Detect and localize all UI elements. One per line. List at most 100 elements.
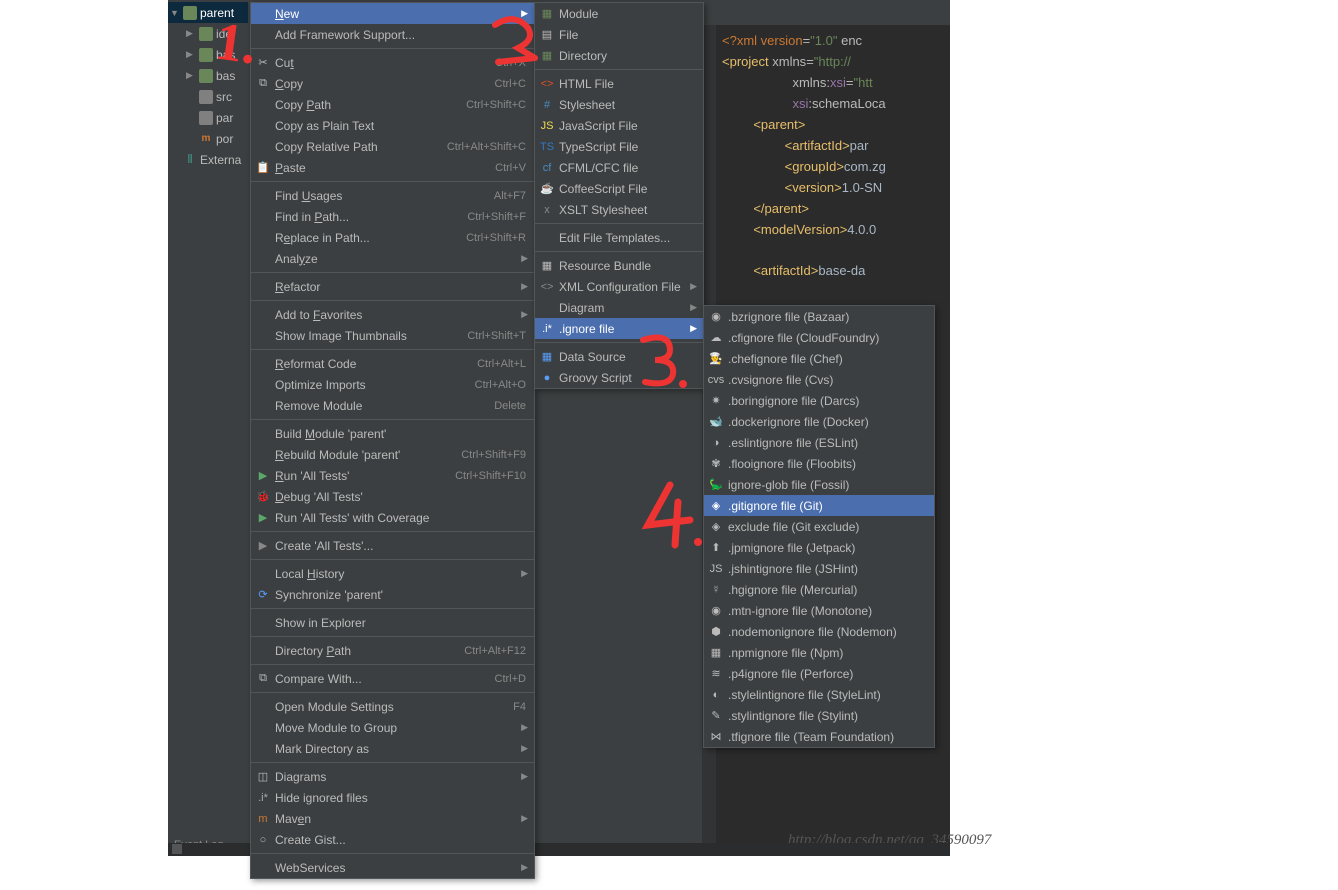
menu-item-directory-path[interactable]: Directory PathCtrl+Alt+F12: [251, 640, 534, 661]
menu-shortcut: Ctrl+D: [495, 673, 526, 685]
menu-item-copy-path[interactable]: Copy PathCtrl+Shift+C: [251, 94, 534, 115]
menu-item-tfignore-file-team-foundation[interactable]: ⋈.tfignore file (Team Foundation): [704, 726, 934, 747]
menu-item-stylelintignore-file-stylelint[interactable]: ◐.stylelintignore file (StyleLint): [704, 684, 934, 705]
menu-item-gitignore-file-git[interactable]: ◈.gitignore file (Git): [704, 495, 934, 516]
menu-separator: [251, 419, 534, 420]
menu-item-synchronize-parent[interactable]: ⟳Synchronize 'parent': [251, 584, 534, 605]
menu-item-module[interactable]: ▦Module: [535, 3, 703, 24]
menu-item-nodemonignore-file-nodemon[interactable]: ⬢.nodemonignore file (Nodemon): [704, 621, 934, 642]
menu-item-create-gist[interactable]: ○Create Gist...: [251, 829, 534, 850]
menu-item-hgignore-file-mercurial[interactable]: ☿.hgignore file (Mercurial): [704, 579, 934, 600]
tree-item[interactable]: src: [168, 86, 248, 107]
menu-item-copy[interactable]: ⧉CopyCtrl+C: [251, 73, 534, 94]
menu-item-move-module-to-group[interactable]: Move Module to Group▶: [251, 717, 534, 738]
tree-root[interactable]: ▼ parent: [168, 2, 248, 23]
menu-item-ignore-glob-file-fossil[interactable]: 🦕ignore-glob file (Fossil): [704, 474, 934, 495]
menu-item-hide-ignored-files[interactable]: .i*Hide ignored files: [251, 787, 534, 808]
menu-item-replace-in-path[interactable]: Replace in Path...Ctrl+Shift+R: [251, 227, 534, 248]
menu-item-copy-relative-path[interactable]: Copy Relative PathCtrl+Alt+Shift+C: [251, 136, 534, 157]
menu-item-flooignore-file-floobits[interactable]: ✾.flooignore file (Floobits): [704, 453, 934, 474]
menu-item-typescript-file[interactable]: TSTypeScript File: [535, 136, 703, 157]
menu-icon: ⋈: [708, 729, 724, 745]
menu-item-find-usages[interactable]: Find UsagesAlt+F7: [251, 185, 534, 206]
menu-item-refactor[interactable]: Refactor▶: [251, 276, 534, 297]
menu-item-label: .cvsignore file (Cvs): [728, 373, 926, 387]
menu-item-mtn-ignore-file-monotone[interactable]: ◉.mtn-ignore file (Monotone): [704, 600, 934, 621]
menu-item-stylintignore-file-stylint[interactable]: ✎.stylintignore file (Stylint): [704, 705, 934, 726]
menu-item-new[interactable]: New▶: [251, 3, 534, 24]
menu-item-add-to-favorites[interactable]: Add to Favorites▶: [251, 304, 534, 325]
tree-item[interactable]: ⫼Externa: [168, 149, 248, 170]
menu-item-eslintignore-file-eslint[interactable]: ◑.eslintignore file (ESLint): [704, 432, 934, 453]
menu-item-diagram[interactable]: Diagram▶: [535, 297, 703, 318]
menu-item-dockerignore-file-docker[interactable]: 🐋.dockerignore file (Docker): [704, 411, 934, 432]
menu-item-jpmignore-file-jetpack[interactable]: ⬆.jpmignore file (Jetpack): [704, 537, 934, 558]
menu-item-javascript-file[interactable]: JSJavaScript File: [535, 115, 703, 136]
menu-shortcut: Ctrl+V: [495, 162, 526, 174]
menu-item-diagrams[interactable]: ◫Diagrams▶: [251, 766, 534, 787]
new-submenu[interactable]: ▦Module▤File▦Directory <>HTML File#Styles…: [534, 2, 704, 389]
menu-item-run-all-tests[interactable]: ▶Run 'All Tests'Ctrl+Shift+F10: [251, 465, 534, 486]
menu-item-run-all-tests-with-coverage[interactable]: ▶Run 'All Tests' with Coverage: [251, 507, 534, 528]
menu-item-exclude-file-git-exclude[interactable]: ◈exclude file (Git exclude): [704, 516, 934, 537]
menu-item-maven[interactable]: mMaven▶: [251, 808, 534, 829]
menu-item-directory[interactable]: ▦Directory: [535, 45, 703, 66]
menu-item-compare-with[interactable]: ⧉Compare With...Ctrl+D: [251, 668, 534, 689]
menu-item-bzrignore-file-bazaar[interactable]: ◉.bzrignore file (Bazaar): [704, 306, 934, 327]
menu-item-ignore-file[interactable]: .i*.ignore file▶: [535, 318, 703, 339]
menu-item-groovy-script[interactable]: ●Groovy Script: [535, 367, 703, 388]
menu-item-file[interactable]: ▤File: [535, 24, 703, 45]
menu-item-add-framework-support[interactable]: Add Framework Support...: [251, 24, 534, 45]
menu-separator: [535, 223, 703, 224]
tree-item[interactable]: ▶ide: [168, 23, 248, 44]
menu-item-remove-module[interactable]: Remove ModuleDelete: [251, 395, 534, 416]
tree-item[interactable]: ▶bas: [168, 65, 248, 86]
menu-item-local-history[interactable]: Local History▶: [251, 563, 534, 584]
menu-item-stylesheet[interactable]: #Stylesheet: [535, 94, 703, 115]
menu-item-jshintignore-file-jshint[interactable]: JS.jshintignore file (JSHint): [704, 558, 934, 579]
tree-item[interactable]: mpor: [168, 128, 248, 149]
menu-item-xslt-stylesheet[interactable]: xXSLT Stylesheet: [535, 199, 703, 220]
menu-item-p4ignore-file-perforce[interactable]: ≋.p4ignore file (Perforce): [704, 663, 934, 684]
context-menu[interactable]: New▶Add Framework Support...✂CutCtrl+X⧉C…: [250, 2, 535, 879]
menu-item-find-in-path[interactable]: Find in Path...Ctrl+Shift+F: [251, 206, 534, 227]
menu-item-show-in-explorer[interactable]: Show in Explorer: [251, 612, 534, 633]
menu-item-create-all-tests[interactable]: ▶Create 'All Tests'...: [251, 535, 534, 556]
menu-item-npmignore-file-npm[interactable]: ▦.npmignore file (Npm): [704, 642, 934, 663]
ignore-file-submenu[interactable]: ◉.bzrignore file (Bazaar)☁.cfignore file…: [703, 305, 935, 748]
menu-icon: m: [255, 811, 271, 827]
project-tree[interactable]: ▼ parent ▶ide▶bas▶bassrcparmpor⫼Externa: [168, 0, 248, 856]
menu-item-cut[interactable]: ✂CutCtrl+X: [251, 52, 534, 73]
menu-item-reformat-code[interactable]: Reformat CodeCtrl+Alt+L: [251, 353, 534, 374]
menu-item-debug-all-tests[interactable]: 🐞Debug 'All Tests': [251, 486, 534, 507]
menu-item-mark-directory-as[interactable]: Mark Directory as▶: [251, 738, 534, 759]
menu-item-cvsignore-file-cvs[interactable]: cvs.cvsignore file (Cvs): [704, 369, 934, 390]
menu-item-coffeescript-file[interactable]: ☕CoffeeScript File: [535, 178, 703, 199]
menu-item-optimize-imports[interactable]: Optimize ImportsCtrl+Alt+O: [251, 374, 534, 395]
tree-item[interactable]: ▶bas: [168, 44, 248, 65]
menu-icon: 🦕: [708, 477, 724, 493]
menu-item-cfml-cfc-file[interactable]: cfCFML/CFC file: [535, 157, 703, 178]
menu-item-open-module-settings[interactable]: Open Module SettingsF4: [251, 696, 534, 717]
menu-item-html-file[interactable]: <>HTML File: [535, 73, 703, 94]
menu-icon: ⧉: [255, 76, 271, 92]
menu-item-build-module-parent[interactable]: Build Module 'parent': [251, 423, 534, 444]
menu-item-rebuild-module-parent[interactable]: Rebuild Module 'parent'Ctrl+Shift+F9: [251, 444, 534, 465]
menu-item-xml-configuration-file[interactable]: <>XML Configuration File▶: [535, 276, 703, 297]
menu-item-copy-as-plain-text[interactable]: Copy as Plain Text: [251, 115, 534, 136]
menu-item-webservices[interactable]: WebServices▶: [251, 857, 534, 878]
menu-item-resource-bundle[interactable]: ▦Resource Bundle: [535, 255, 703, 276]
menu-item-paste[interactable]: 📋PasteCtrl+V: [251, 157, 534, 178]
menu-item-data-source[interactable]: ▦Data Source: [535, 346, 703, 367]
menu-shortcut: Ctrl+Alt+Shift+C: [447, 141, 526, 153]
menu-item-edit-file-templates[interactable]: Edit File Templates...: [535, 227, 703, 248]
menu-item-cfignore-file-cloudfoundry[interactable]: ☁.cfignore file (CloudFoundry): [704, 327, 934, 348]
menu-item-boringignore-file-darcs[interactable]: ✷.boringignore file (Darcs): [704, 390, 934, 411]
menu-shortcut: Ctrl+C: [495, 78, 526, 90]
tree-item-label: ide: [216, 27, 232, 41]
menu-item-analyze[interactable]: Analyze▶: [251, 248, 534, 269]
menu-item-show-image-thumbnails[interactable]: Show Image ThumbnailsCtrl+Shift+T: [251, 325, 534, 346]
menu-item-chefignore-file-chef[interactable]: 👨‍🍳.chefignore file (Chef): [704, 348, 934, 369]
tree-item[interactable]: par: [168, 107, 248, 128]
menu-item-label: .cfignore file (CloudFoundry): [728, 331, 926, 345]
